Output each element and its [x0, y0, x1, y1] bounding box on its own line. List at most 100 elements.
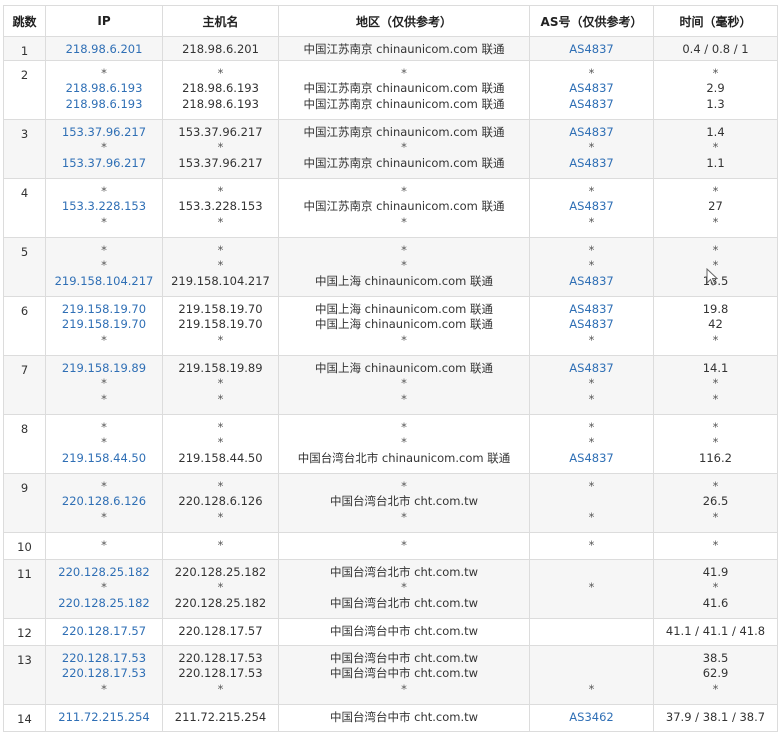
ip-cell: * — [45, 532, 163, 560]
ip-cell: * * 219.158.104.217 — [45, 237, 163, 297]
ip-link[interactable]: 219.158.19.70 — [46, 317, 162, 332]
no-reply-marker: * — [217, 391, 224, 406]
as-link[interactable]: AS4837 — [530, 361, 653, 376]
as-link[interactable]: AS4837 — [530, 317, 653, 332]
ip-link[interactable]: 153.37.96.217 — [46, 156, 162, 171]
hostname-cell: 220.128.17.57 — [162, 618, 279, 646]
region-cell: 中国台湾台中市 cht.com.tw — [278, 618, 530, 646]
ip-link[interactable]: 153.3.228.153 — [46, 199, 162, 214]
ip-link[interactable]: 211.72.215.254 — [46, 710, 162, 725]
table-row: 3 153.37.96.217 * 153.37.96.217 153.37.96.21… — [3, 119, 778, 179]
hostname-cell: 219.158.19.89 * * — [162, 355, 279, 415]
hostname-cell: 153.37.96.217 * 153.37.96.217 — [162, 119, 279, 179]
hop-cell: 7 — [3, 355, 46, 415]
no-reply-marker: * — [588, 243, 595, 257]
ip-link[interactable]: 218.98.6.193 — [46, 97, 162, 112]
hostname-cell: 218.98.6.201 — [162, 36, 279, 61]
region-value: 中国台湾台北市 cht.com.tw — [329, 494, 479, 509]
host-value: 219.158.44.50 — [178, 450, 263, 465]
no-reply-marker: * — [401, 479, 407, 493]
traceroute-panel: 跳数 IP 主机名 地区（仅供参考） AS号（仅供参考） 时间（毫秒） 1 218… — [3, 5, 778, 732]
ip-cell: * * 219.158.44.50 — [45, 414, 163, 474]
no-reply-marker: * — [217, 435, 224, 450]
ip-link[interactable]: 219.158.19.89 — [46, 361, 162, 376]
region-value: 中国江苏南京 chinaunicom.com 联通 — [303, 125, 505, 139]
as-link[interactable]: AS4837 — [530, 199, 653, 214]
as-link[interactable]: AS4837 — [530, 156, 653, 171]
ip-link[interactable]: 219.158.44.50 — [46, 451, 162, 466]
region-cell: * * 中国上海 chinaunicom.com 联通 — [278, 237, 530, 297]
ip-link[interactable]: 220.128.25.182 — [46, 596, 162, 611]
as-link[interactable]: AS4837 — [530, 97, 653, 112]
host-value: 219.158.19.70 — [178, 302, 263, 316]
ip-link[interactable]: 220.128.17.53 — [46, 651, 162, 666]
region-cell: 中国上海 chinaunicom.com 联通 * * — [278, 355, 530, 415]
region-value: 中国上海 chinaunicom.com 联通 — [314, 317, 493, 332]
time-cell: * 2.9 1.3 — [653, 60, 778, 120]
no-reply-marker: * — [712, 184, 719, 198]
no-reply-marker: * — [712, 509, 719, 524]
as-link[interactable]: AS4837 — [530, 302, 653, 317]
as-link[interactable]: AS4837 — [530, 125, 653, 140]
as-link[interactable]: AS4837 — [530, 274, 653, 289]
hop-cell: 5 — [3, 237, 46, 297]
table-row: 8 * * 219.158.44.50 * * 219.158.44.50 * * 中国台湾台北市… — [3, 414, 778, 474]
no-reply-marker: * — [217, 140, 224, 155]
no-reply-marker: * — [401, 538, 407, 552]
ip-link[interactable]: 218.98.6.193 — [46, 81, 162, 96]
no-reply-marker: * — [401, 258, 407, 273]
ip-link[interactable]: 218.98.6.201 — [46, 42, 162, 57]
time-cell: * * 18.5 — [653, 237, 778, 297]
time-value: 19.8 — [702, 302, 729, 316]
no-reply-marker: * — [101, 140, 107, 155]
region-cell: * 中国江苏南京 chinaunicom.com 联通 * — [278, 178, 530, 238]
ip-link[interactable]: 220.128.6.126 — [46, 494, 162, 509]
no-reply-marker: * — [588, 580, 595, 595]
ip-cell: 220.128.17.53 220.128.17.53 * — [45, 645, 163, 705]
ip-link[interactable]: 153.37.96.217 — [46, 125, 162, 140]
column-header-ip: IP — [45, 5, 163, 37]
hostname-cell: * 153.3.228.153 * — [162, 178, 279, 238]
table-row: 13 220.128.17.53 220.128.17.53 * 220.128.17.… — [3, 645, 778, 705]
time-value: 0.4 / 0.8 / 1 — [682, 42, 749, 56]
no-reply-marker: * — [712, 66, 719, 80]
ip-link[interactable]: 219.158.104.217 — [46, 274, 162, 289]
region-cell: 中国台湾台中市 cht.com.tw 中国台湾台中市 cht.com.tw * — [278, 645, 530, 705]
host-value: 220.128.25.182 — [174, 595, 267, 610]
as-cell: AS4837 AS4837 * — [529, 296, 654, 356]
ip-link[interactable]: 219.158.19.70 — [46, 302, 162, 317]
as-link[interactable]: AS4837 — [530, 451, 653, 466]
hop-cell: 11 — [3, 559, 46, 619]
table-row: 11 220.128.25.182 * 220.128.25.182 220.128.2… — [3, 559, 778, 619]
time-cell: * — [653, 532, 778, 560]
ip-link[interactable]: 220.128.25.182 — [46, 565, 162, 580]
no-reply-marker: * — [588, 214, 595, 229]
region-value: 中国江苏南京 chinaunicom.com 联通 — [303, 81, 505, 96]
ip-cell: 220.128.25.182 * 220.128.25.182 — [45, 559, 163, 619]
no-reply-marker: * — [401, 184, 407, 198]
ip-cell: * 220.128.6.126 * — [45, 473, 163, 533]
region-value: 中国上海 chinaunicom.com 联通 — [314, 361, 493, 375]
no-reply-marker: * — [588, 66, 595, 80]
time-value: 14.1 — [702, 361, 729, 375]
no-reply-marker: * — [588, 140, 595, 155]
as-link[interactable]: AS4837 — [530, 81, 653, 96]
host-value: 220.128.17.57 — [178, 624, 263, 638]
no-reply-marker: * — [588, 184, 595, 198]
hop-cell: 10 — [3, 532, 46, 560]
time-value: 41.9 — [702, 565, 729, 579]
ip-link[interactable]: 220.128.17.53 — [46, 666, 162, 681]
region-cell: * 中国江苏南京 chinaunicom.com 联通 中国江苏南京 chinaun… — [278, 60, 530, 120]
no-reply-marker: * — [217, 509, 224, 524]
no-reply-marker: * — [401, 140, 407, 155]
ip-link[interactable]: 220.128.17.57 — [46, 624, 162, 639]
no-reply-marker: * — [712, 479, 719, 493]
as-link[interactable]: AS4837 — [530, 42, 653, 57]
as-link[interactable]: AS3462 — [530, 710, 653, 725]
no-reply-marker: * — [588, 420, 595, 434]
hop-cell: 6 — [3, 296, 46, 356]
hostname-cell: 211.72.215.254 — [162, 704, 279, 732]
no-reply-marker: * — [101, 435, 107, 450]
time-value: 42 — [708, 317, 723, 332]
as-cell — [529, 618, 654, 646]
